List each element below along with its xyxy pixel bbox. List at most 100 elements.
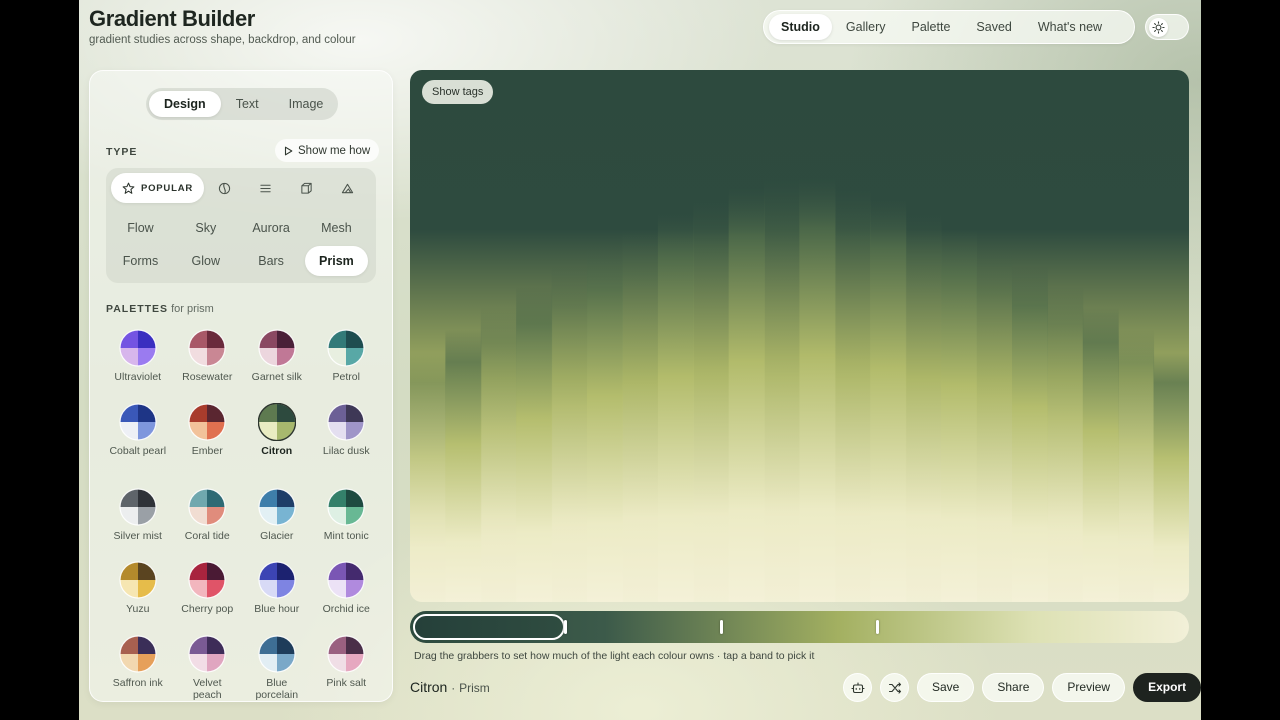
- palette-icon: [257, 403, 296, 441]
- palette-swatch[interactable]: Cobalt pearl: [103, 403, 173, 488]
- star-icon: [122, 182, 135, 194]
- shuffle-button[interactable]: [880, 673, 909, 702]
- palette-swatch[interactable]: Yuzu: [103, 561, 173, 635]
- type-prism[interactable]: Prism: [304, 246, 368, 276]
- app-window: Gradient Builder gradient studies across…: [79, 0, 1201, 720]
- show-me-how-button[interactable]: Show me how: [275, 139, 380, 162]
- palette-swatch[interactable]: Saffron ink: [103, 635, 173, 701]
- theme-knob: [1149, 18, 1168, 37]
- prism-bar: [728, 186, 765, 602]
- theme-toggle[interactable]: [1145, 14, 1189, 40]
- palette-icon: [327, 488, 365, 526]
- stop-grabber[interactable]: [875, 620, 879, 634]
- show-tags-button[interactable]: Show tags: [422, 80, 494, 104]
- preview-button[interactable]: Preview: [1052, 673, 1126, 702]
- palette-swatch[interactable]: Cherry pop: [173, 561, 243, 635]
- palette-icon: [327, 329, 365, 367]
- save-button[interactable]: Save: [917, 673, 975, 702]
- filter-3d[interactable]: [286, 173, 327, 203]
- palette-icon: [258, 488, 296, 526]
- prism-bar: [480, 307, 517, 602]
- type-filter-row: POPULAR: [111, 173, 368, 203]
- mode-tabs: Design Text Image: [146, 88, 338, 120]
- prism-bar: [693, 198, 730, 602]
- palette-name-label: Glacier: [260, 530, 294, 542]
- robot-icon: [850, 681, 865, 693]
- type-bars[interactable]: Bars: [240, 246, 303, 276]
- type-aurora[interactable]: Aurora: [240, 213, 303, 243]
- show-me-how-label: Show me how: [298, 144, 371, 157]
- filter-lines[interactable]: [245, 173, 286, 203]
- prism-bars: [410, 177, 1189, 602]
- nav-whats-new[interactable]: What's new: [1026, 14, 1114, 40]
- filter-organic[interactable]: [204, 173, 245, 203]
- filter-popular[interactable]: POPULAR: [111, 173, 204, 203]
- tab-image[interactable]: Image: [274, 91, 339, 117]
- play-icon: [284, 146, 293, 155]
- palette-swatch[interactable]: Glacier: [242, 488, 312, 561]
- palette-name-label: Silver mist: [113, 530, 162, 542]
- palette-swatch[interactable]: Velvet peach: [173, 635, 243, 701]
- prism-bar: [1012, 266, 1048, 602]
- palettes-section-label: PALETTES for prism: [106, 303, 214, 315]
- palette-swatch[interactable]: Blue porcelain: [242, 635, 312, 701]
- palette-swatch[interactable]: Mint tonic: [312, 488, 382, 561]
- stop-grabber[interactable]: [720, 620, 724, 634]
- palette-swatch[interactable]: Pink salt: [312, 635, 382, 701]
- palette-name-label: Garnet silk: [251, 371, 302, 383]
- prism-bar: [1153, 353, 1189, 602]
- prism-bar: [1082, 307, 1119, 602]
- palette-swatch[interactable]: Lilac dusk: [312, 403, 382, 488]
- colour-stops-slider[interactable]: [410, 611, 1189, 643]
- nav-studio[interactable]: Studio: [769, 14, 832, 40]
- palette-swatch[interactable]: Ultraviolet: [103, 329, 173, 403]
- palette-swatch[interactable]: Orchid ice: [312, 561, 382, 635]
- prism-bar: [870, 198, 907, 602]
- gradient-canvas[interactable]: Show tags: [410, 70, 1189, 602]
- prism-bar: [622, 229, 659, 602]
- palette-name-label: Lilac dusk: [322, 445, 370, 457]
- footer-actions: Save Share Preview Export: [843, 673, 1201, 702]
- type-flow[interactable]: Flow: [109, 213, 172, 243]
- palette-name-label: Blue hour: [254, 603, 300, 615]
- palette-swatch[interactable]: Garnet silk: [242, 329, 312, 403]
- export-button[interactable]: Export: [1133, 673, 1201, 702]
- palette-swatch[interactable]: Blue hour: [242, 561, 312, 635]
- leaf-icon: [218, 182, 231, 194]
- nav-palette[interactable]: Palette: [899, 14, 962, 40]
- palette-name-label: Blue porcelain: [255, 677, 299, 701]
- nav-gallery[interactable]: Gallery: [834, 14, 898, 40]
- palette-swatch[interactable]: Silver mist: [103, 488, 173, 561]
- name-separator: ·: [451, 681, 456, 695]
- palette-swatch[interactable]: Petrol: [312, 329, 382, 403]
- filter-landscape[interactable]: [327, 173, 368, 203]
- palette-icon: [119, 403, 157, 441]
- sun-icon: [1152, 21, 1165, 34]
- palette-swatch[interactable]: Citron: [242, 403, 312, 488]
- stop-grabber[interactable]: [564, 620, 568, 634]
- prism-bar: [1047, 286, 1084, 602]
- palette-swatch[interactable]: Coral tide: [173, 488, 243, 561]
- ai-button[interactable]: [843, 673, 872, 702]
- share-button[interactable]: Share: [982, 673, 1045, 702]
- type-mesh[interactable]: Mesh: [305, 213, 368, 243]
- tab-design[interactable]: Design: [149, 91, 221, 117]
- type-forms[interactable]: Forms: [109, 246, 172, 276]
- palette-icon: [327, 561, 365, 599]
- type-sky[interactable]: Sky: [174, 213, 237, 243]
- palette-icon: [188, 488, 226, 526]
- nav-saved[interactable]: Saved: [964, 14, 1023, 40]
- selected-band[interactable]: [413, 614, 565, 640]
- prism-bar: [834, 186, 871, 602]
- palette-name-label: Ultraviolet: [114, 371, 162, 383]
- palette-icon: [258, 635, 296, 673]
- tab-text[interactable]: Text: [221, 91, 274, 117]
- type-section-label: TYPE: [106, 146, 138, 158]
- stops-hint: Drag the grabbers to set how much of the…: [414, 650, 815, 662]
- type-glow[interactable]: Glow: [174, 246, 237, 276]
- palette-swatch[interactable]: Rosewater: [173, 329, 243, 403]
- prism-bar: [1118, 329, 1155, 602]
- palette-swatch[interactable]: Ember: [173, 403, 243, 488]
- prism-bar: [941, 229, 977, 602]
- palettes-label: PALETTES: [106, 303, 169, 315]
